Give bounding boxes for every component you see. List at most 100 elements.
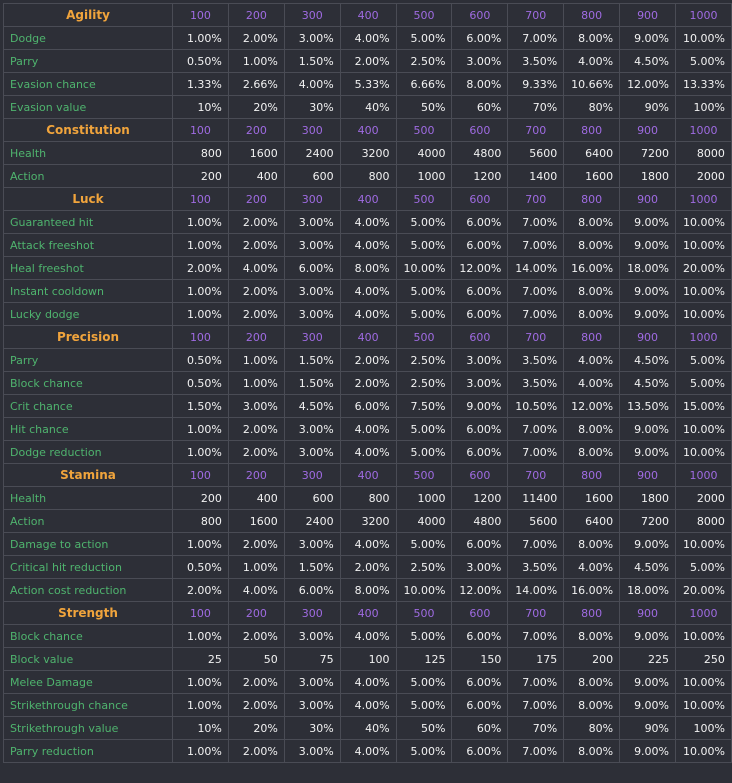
stat-label: Damage to action: [3, 532, 173, 556]
stat-value: 2.50%: [395, 49, 453, 73]
stat-value: 10.00%: [675, 693, 732, 717]
level-header: 1000: [675, 187, 732, 211]
stat-value: 3.50%: [507, 49, 565, 73]
stat-value: 6.00%: [451, 624, 509, 648]
stat-value: 2.00%: [339, 555, 397, 579]
stat-value: 2.00%: [227, 693, 285, 717]
stat-value: 60%: [451, 716, 509, 740]
stat-value: 4.00%: [339, 670, 397, 694]
table-row: Parry 0.50% 1.00% 1.50% 2.00% 2.50% 3.00% 3.50%…: [3, 348, 732, 372]
stat-value: 400: [227, 486, 285, 510]
stat-value: 10.00%: [395, 256, 453, 280]
stat-value: 4.00%: [563, 49, 621, 73]
level-header: 900: [619, 3, 677, 27]
level-header: 200: [227, 325, 285, 349]
stat-value: 5.00%: [395, 210, 453, 234]
level-header: 500: [395, 187, 453, 211]
stat-value: 8.00%: [339, 256, 397, 280]
stat-value: 4.00%: [563, 348, 621, 372]
level-header: 100: [172, 3, 229, 27]
level-header: 200: [227, 601, 285, 625]
stat-value: 4800: [451, 141, 509, 165]
stat-value: 5.00%: [675, 49, 732, 73]
table-row: Strikethrough chance 1.00% 2.00% 3.00% 4.00%…: [3, 693, 732, 717]
level-header: 600: [451, 3, 509, 27]
stat-value: 20.00%: [675, 578, 732, 602]
stat-value: 7.00%: [507, 693, 565, 717]
stat-value: 7.00%: [507, 279, 565, 303]
stat-value: 1800: [619, 486, 677, 510]
level-header: 1000: [675, 463, 732, 487]
stat-value: 10.00%: [675, 26, 732, 50]
stat-value: 4000: [395, 141, 453, 165]
stat-value: 50%: [395, 716, 453, 740]
level-header: 900: [619, 325, 677, 349]
stat-value: 7.00%: [507, 440, 565, 464]
stat-value: 1000: [395, 486, 453, 510]
stat-value: 3.00%: [283, 417, 341, 441]
stat-value: 200: [172, 164, 229, 188]
stat-label: Instant cooldown: [3, 279, 173, 303]
stat-label: Critical hit reduction: [3, 555, 173, 579]
stat-value: 4000: [395, 509, 453, 533]
stat-value: 50%: [395, 95, 453, 119]
level-header: 500: [395, 463, 453, 487]
stat-value: 20%: [227, 716, 285, 740]
section-title: Stamina: [3, 463, 173, 487]
stat-value: 8.00%: [563, 739, 621, 763]
stat-value: 2.50%: [395, 555, 453, 579]
stat-label: Crit chance: [3, 394, 173, 418]
stat-value: 1.00%: [172, 26, 229, 50]
stat-value: 1.00%: [227, 348, 285, 372]
level-header: 400: [339, 118, 397, 142]
stat-value: 800: [172, 141, 229, 165]
stat-value: 6.00%: [451, 417, 509, 441]
level-header: 400: [339, 601, 397, 625]
table-row: Dodge reduction 1.00% 2.00% 3.00% 4.00% 5.00%…: [3, 440, 732, 464]
stat-value: 12.00%: [451, 256, 509, 280]
stat-value: 4.00%: [339, 532, 397, 556]
stat-value: 10.00%: [675, 233, 732, 257]
stat-value: 4.00%: [339, 739, 397, 763]
level-header: 800: [563, 463, 621, 487]
table-row: Lucky dodge 1.00% 2.00% 3.00% 4.00% 5.00% 6.00…: [3, 302, 732, 326]
level-header: 700: [507, 187, 565, 211]
level-header: 500: [395, 3, 453, 27]
stat-value: 90%: [619, 716, 677, 740]
table-row: Action cost reduction 2.00% 4.00% 6.00% 8.00…: [3, 578, 732, 602]
stat-label: Hit chance: [3, 417, 173, 441]
stat-value: 10.00%: [675, 624, 732, 648]
stat-value: 3.00%: [283, 440, 341, 464]
stat-value: 2000: [675, 164, 732, 188]
table-row: Health 200 400 600 800 1000 1200 11400 1600 1800 2…: [3, 486, 732, 510]
stat-value: 9.00%: [619, 302, 677, 326]
level-header: 800: [563, 118, 621, 142]
stat-value: 80%: [563, 95, 621, 119]
stat-value: 14.00%: [507, 578, 565, 602]
stat-value: 1200: [451, 486, 509, 510]
stat-value: 4.00%: [227, 578, 285, 602]
stat-value: 9.00%: [619, 693, 677, 717]
stat-label: Block chance: [3, 371, 173, 395]
section-header-luck: Luck 100 200 300 400 500 600 700 800 900 1000: [3, 187, 732, 211]
stat-value: 8.00%: [563, 26, 621, 50]
stat-label: Evasion value: [3, 95, 173, 119]
section-header-agility: Agility 100 200 300 400 500 600 700 800 900 1000: [3, 3, 732, 27]
level-header: 900: [619, 463, 677, 487]
stat-value: 2.00%: [339, 348, 397, 372]
stat-value: 1.50%: [283, 371, 341, 395]
table-row: Critical hit reduction 0.50% 1.00% 1.50% 2.0…: [3, 555, 732, 579]
stat-value: 3.00%: [283, 302, 341, 326]
stat-value: 6.00%: [451, 26, 509, 50]
stat-value: 1.00%: [172, 302, 229, 326]
section-header-constitution: Constitution 100 200 300 400 500 600 700 800 900 1…: [3, 118, 732, 142]
level-header: 700: [507, 463, 565, 487]
level-header: 600: [451, 187, 509, 211]
stat-value: 2.00%: [172, 578, 229, 602]
section-title: Agility: [3, 3, 173, 27]
level-header: 300: [283, 325, 341, 349]
level-header: 700: [507, 325, 565, 349]
table-row: Action 200 400 600 800 1000 1200 1400 1600 1800 20…: [3, 164, 732, 188]
stat-value: 5.33%: [339, 72, 397, 96]
stat-value: 8.00%: [563, 440, 621, 464]
